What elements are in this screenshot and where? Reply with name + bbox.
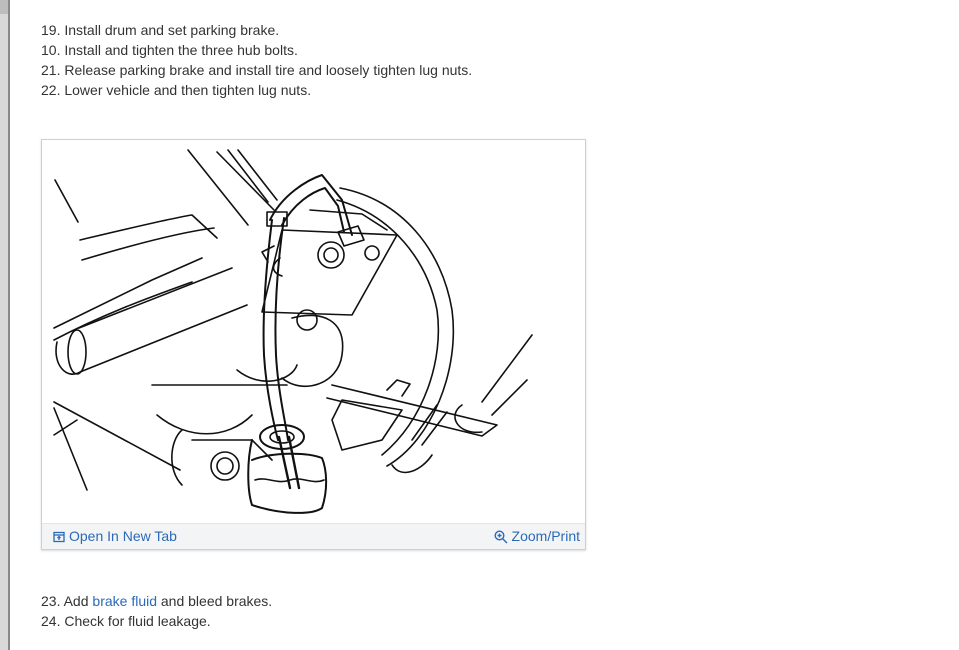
open-new-tab-icon xyxy=(53,531,65,542)
instruction-steps-top: 19. Install drum and set parking brake. … xyxy=(41,20,472,100)
step-text: Check for fluid leakage. xyxy=(64,613,211,629)
step-text: Install and tighten the three hub bolts. xyxy=(64,42,298,58)
step-item: 23. Add brake fluid and bleed brakes. xyxy=(41,591,272,611)
figure-card: Open In New Tab Zoom/Print xyxy=(41,139,586,550)
instruction-steps-bottom: 23. Add brake fluid and bleed brakes. 24… xyxy=(41,591,272,631)
step-number: 19. xyxy=(41,22,61,38)
step-number: 23. xyxy=(41,593,61,609)
step-text: Release parking brake and install tire a… xyxy=(64,62,473,78)
step-text: Lower vehicle and then tighten lug nuts. xyxy=(64,82,312,98)
scrollbar-thumb[interactable] xyxy=(0,0,8,14)
step-text-after: and bleed brakes. xyxy=(157,593,273,609)
step-item: 24. Check for fluid leakage. xyxy=(41,611,272,631)
left-scrollbar[interactable] xyxy=(0,0,10,650)
zoom-print-link[interactable]: Zoom/Print xyxy=(494,528,580,545)
figure-action-bar: Open In New Tab Zoom/Print xyxy=(42,523,585,549)
zoom-print-label: Zoom/Print xyxy=(511,528,580,544)
step-number: 24. xyxy=(41,613,61,629)
zoom-in-icon xyxy=(494,529,508,543)
brake-fluid-link[interactable]: brake fluid xyxy=(92,593,157,609)
step-item: 22. Lower vehicle and then tighten lug n… xyxy=(41,80,472,100)
step-text: Install drum and set parking brake. xyxy=(64,22,280,38)
step-number: 21. xyxy=(41,62,61,78)
brake-assembly-illustration[interactable] xyxy=(42,140,585,524)
open-in-new-tab-link[interactable]: Open In New Tab xyxy=(53,528,177,545)
step-item: 10. Install and tighten the three hub bo… xyxy=(41,40,472,60)
step-text-before: Add xyxy=(63,593,93,609)
step-number: 10. xyxy=(41,42,61,58)
step-number: 22. xyxy=(41,82,61,98)
step-item: 21. Release parking brake and install ti… xyxy=(41,60,472,80)
open-in-new-tab-label: Open In New Tab xyxy=(69,528,177,544)
step-item: 19. Install drum and set parking brake. xyxy=(41,20,472,40)
